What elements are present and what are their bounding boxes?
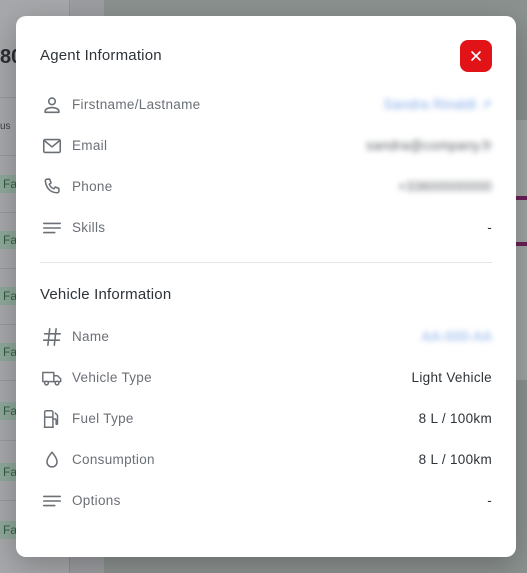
vehicle-name-link[interactable]: AA-000-AA <box>422 329 492 344</box>
fuel-icon <box>40 407 64 431</box>
row-label: Name <box>72 329 110 344</box>
vehicle-row-type: Vehicle Type Light Vehicle <box>40 357 492 398</box>
row-label: Firstname/Lastname <box>72 97 201 112</box>
vehicle-row-options: Options - <box>40 480 492 521</box>
vehicle-section-title: Vehicle Information <box>40 286 172 303</box>
truck-icon <box>40 366 64 390</box>
agent-row-name: Firstname/Lastname Sandra Rinaldi ↗ <box>40 84 492 125</box>
hash-icon <box>40 325 64 349</box>
modal-header: Agent Information <box>40 40 492 72</box>
options-value: - <box>487 493 492 508</box>
row-label: Options <box>72 493 121 508</box>
row-label: Consumption <box>72 452 155 467</box>
fuel-type-value: 8 L / 100km <box>418 411 492 426</box>
row-label: Fuel Type <box>72 411 134 426</box>
vehicle-row-fuel: Fuel Type 8 L / 100km <box>40 398 492 439</box>
agent-info-modal: Agent Information Firstname/Lastname San… <box>16 16 516 557</box>
row-label: Email <box>72 138 108 153</box>
vehicle-row-name: Name AA-000-AA <box>40 316 492 357</box>
vehicle-type-value: Light Vehicle <box>411 370 492 385</box>
list-icon <box>40 216 64 240</box>
section-divider <box>40 262 492 263</box>
agent-section-title: Agent Information <box>40 47 162 64</box>
agent-row-email: Email sandra@company.fr <box>40 125 492 166</box>
close-icon <box>471 51 481 61</box>
agent-phone-value: +33600000000 <box>397 179 492 194</box>
agent-row-skills: Skills - <box>40 207 492 248</box>
drop-icon <box>40 448 64 472</box>
list-icon <box>40 489 64 513</box>
phone-icon <box>40 175 64 199</box>
mail-icon <box>40 134 64 158</box>
agent-skills-value: - <box>487 220 492 235</box>
vehicle-info-list: Name AA-000-AA Vehicle Type Light Vehicl… <box>40 316 492 521</box>
agent-info-list: Firstname/Lastname Sandra Rinaldi ↗ Emai… <box>40 84 492 248</box>
row-label: Phone <box>72 179 113 194</box>
agent-email-value: sandra@company.fr <box>366 138 492 153</box>
agent-name-link[interactable]: Sandra Rinaldi ↗ <box>384 97 492 113</box>
close-button[interactable] <box>460 40 492 72</box>
person-icon <box>40 93 64 117</box>
row-label: Skills <box>72 220 106 235</box>
agent-row-phone: Phone +33600000000 <box>40 166 492 207</box>
row-label: Vehicle Type <box>72 370 152 385</box>
consumption-value: 8 L / 100km <box>418 452 492 467</box>
vehicle-row-consumption: Consumption 8 L / 100km <box>40 439 492 480</box>
